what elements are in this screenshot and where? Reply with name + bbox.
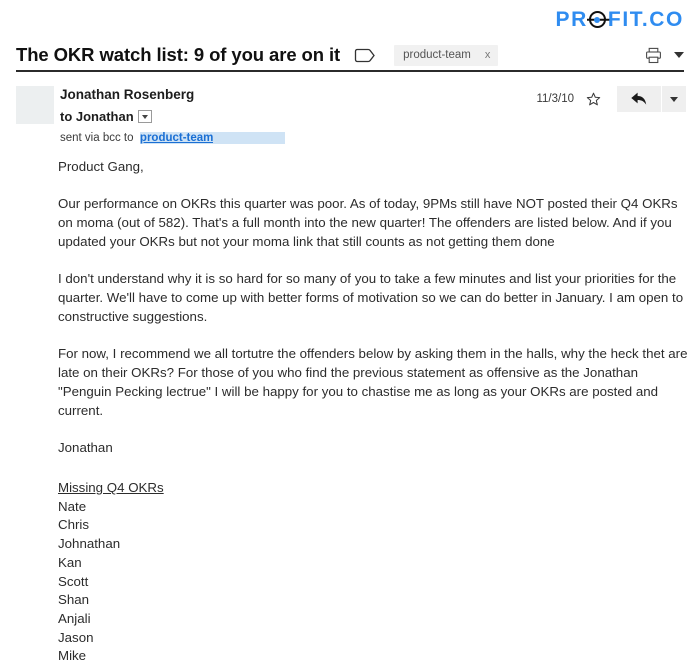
body-greeting: Product Gang, — [58, 159, 144, 174]
target-crosshair-icon — [588, 11, 606, 28]
message-body: Product Gang, Our performance on OKRs th… — [58, 157, 688, 666]
chevron-down-icon[interactable] — [674, 52, 684, 58]
chevron-down-icon[interactable] — [137, 110, 152, 123]
message-date: 11/3/10 — [536, 93, 574, 105]
list-item: Scott — [58, 573, 89, 589]
bcc-highlight-pad — [213, 132, 286, 144]
list-item: Mike — [58, 648, 87, 664]
body-signature: Jonathan — [58, 440, 113, 455]
body-paragraph-3: For now, I recommend we all tortutre the… — [58, 346, 688, 418]
sender-name: Jonathan Rosenberg — [60, 87, 195, 102]
label-tag-icon[interactable] — [354, 48, 376, 63]
reply-button[interactable] — [617, 86, 661, 112]
list-item: Chris — [58, 517, 90, 533]
recipient-line[interactable]: to Jonathan — [60, 109, 152, 124]
recipient-label: to Jonathan — [60, 109, 134, 124]
reply-options-button[interactable] — [661, 86, 686, 112]
logo-text-first: PR — [555, 8, 588, 31]
label-chip-text: product-team — [403, 48, 471, 61]
missing-okrs-list: Nate Chris Johnathan Kan Scott Shan Anjali Jaso… — [58, 498, 688, 666]
logo-text-second: FIT.CO — [607, 8, 684, 31]
thread-title-row: The OKR watch list: 9 of you are on it p… — [16, 40, 684, 70]
missing-okrs-heading: Missing Q4 OKRs — [58, 480, 164, 495]
message-header: Jonathan Rosenberg to Jonathan sent via … — [0, 82, 700, 146]
star-outline-icon[interactable] — [586, 92, 601, 107]
brand-bar: PR FIT.CO — [0, 0, 700, 40]
list-item: Nate — [58, 498, 87, 514]
list-item: Kan — [58, 554, 82, 570]
bcc-line: sent via bcc to product-team — [60, 132, 286, 144]
bcc-prefix: sent via bcc to — [60, 132, 134, 144]
message-actions: 11/3/10 — [536, 86, 686, 112]
list-item: Shan — [58, 592, 90, 608]
header-divider — [16, 70, 684, 72]
bcc-recipient-link[interactable]: product-team — [139, 132, 214, 144]
list-item: Johnathan — [58, 536, 121, 552]
printer-icon[interactable] — [645, 47, 662, 64]
list-item: Jason — [58, 629, 94, 645]
body-paragraph-2: I don't understand why it is so hard for… — [58, 271, 684, 324]
label-chip-product-team[interactable]: product-team x — [394, 44, 499, 66]
page-title: The OKR watch list: 9 of you are on it — [16, 44, 341, 65]
list-item: Anjali — [58, 610, 91, 626]
body-paragraph-1: Our performance on OKRs this quarter was… — [58, 196, 678, 249]
avatar — [16, 86, 54, 124]
close-icon[interactable]: x — [485, 49, 491, 61]
profit-co-logo[interactable]: PR FIT.CO — [556, 9, 684, 30]
